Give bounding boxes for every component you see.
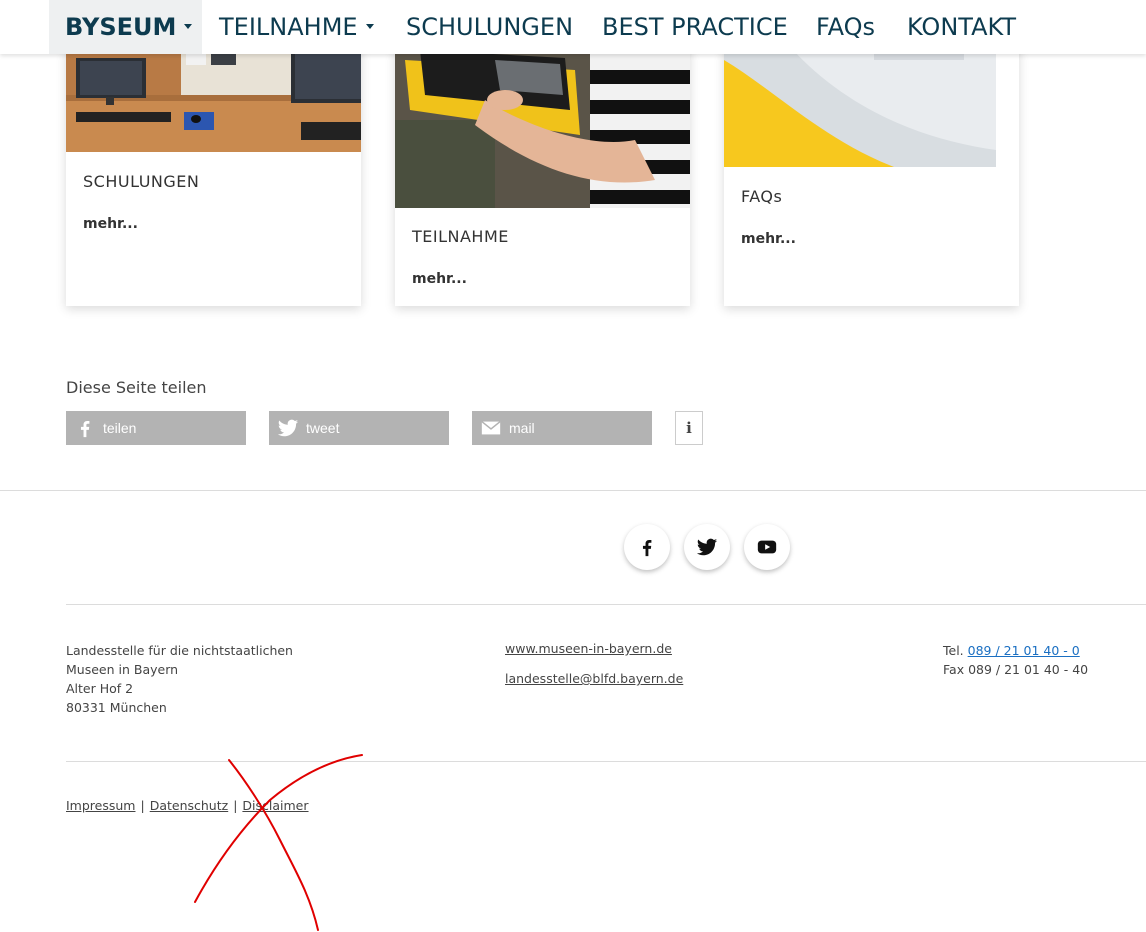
social-twitter-button[interactable]	[684, 524, 730, 570]
address-line: Landesstelle für die nichtstaatlichen	[66, 643, 293, 658]
share-info-button[interactable]: i	[675, 411, 703, 445]
social-youtube-button[interactable]	[744, 524, 790, 570]
disclaimer-link[interactable]: Disclaimer	[242, 798, 308, 813]
address-line: Alter Hof 2	[66, 681, 134, 696]
separator: |	[140, 798, 145, 813]
main-navigation: BYSEUM TEILNAHME SCHULUNGEN BEST PRACTIC…	[0, 0, 1146, 54]
nav-kontakt[interactable]: KONTAKT	[907, 0, 1016, 54]
nav-teilnahme[interactable]: TEILNAHME	[219, 0, 374, 54]
email-link[interactable]: landesstelle@blfd.bayern.de	[505, 671, 683, 686]
mail-icon	[481, 421, 501, 435]
nav-faqs[interactable]: FAQs	[816, 0, 875, 54]
twitter-icon	[696, 538, 718, 556]
impressum-link[interactable]: Impressum	[66, 798, 135, 813]
facebook-icon	[642, 539, 652, 557]
datenschutz-link[interactable]: Datenschutz	[150, 798, 229, 813]
caret-down-icon	[365, 24, 374, 29]
share-twitter-button[interactable]: tweet	[269, 411, 449, 445]
share-mail-button[interactable]: mail	[472, 411, 652, 445]
share-heading: Diese Seite teilen	[66, 378, 207, 397]
footer-address: Landesstelle für die nichtstaatlichen Mu…	[66, 641, 293, 717]
social-facebook-button[interactable]	[624, 524, 670, 570]
divider	[66, 761, 1146, 762]
card-title: TEILNAHME	[412, 227, 509, 246]
nav-byseum[interactable]: BYSEUM	[49, 0, 202, 54]
card-title: FAQs	[741, 187, 783, 206]
card-more-link[interactable]: mehr...	[83, 216, 138, 232]
share-mail-label: mail	[509, 420, 535, 436]
youtube-icon	[757, 540, 777, 554]
address-line: 80331 München	[66, 700, 167, 715]
phone-line: Tel. 089 / 21 01 40 - 0	[943, 641, 1088, 660]
divider	[0, 490, 1146, 491]
nav-best-practice[interactable]: BEST PRACTICE	[602, 0, 788, 54]
nav-schulungen[interactable]: SCHULUNGEN	[406, 0, 573, 54]
card-more-link[interactable]: mehr...	[741, 231, 796, 247]
nav-teilnahme-label: TEILNAHME	[219, 13, 358, 41]
facebook-icon	[80, 420, 90, 438]
phone-link[interactable]: 089 / 21 01 40 - 0	[968, 643, 1080, 658]
fax-line: Fax 089 / 21 01 40 - 40	[943, 662, 1089, 677]
legal-links: Impressum | Datenschutz | Disclaimer	[66, 798, 309, 813]
card-title: SCHULUNGEN	[83, 172, 200, 191]
twitter-icon	[277, 419, 299, 437]
address-line: Museen in Bayern	[66, 662, 179, 677]
share-facebook-button[interactable]: teilen	[66, 411, 246, 445]
website-link[interactable]: www.museen-in-bayern.de	[505, 641, 672, 656]
share-twitter-label: tweet	[306, 420, 340, 436]
divider	[66, 604, 1146, 605]
caret-down-icon	[184, 24, 193, 29]
nav-byseum-label: BYSEUM	[65, 13, 177, 41]
separator: |	[233, 798, 238, 813]
share-facebook-label: teilen	[103, 420, 137, 436]
card-more-link[interactable]: mehr...	[412, 271, 467, 287]
tel-prefix: Tel.	[943, 643, 964, 658]
footer-phone: Tel. 089 / 21 01 40 - 0 Fax 089 / 21 01 …	[943, 641, 1088, 679]
